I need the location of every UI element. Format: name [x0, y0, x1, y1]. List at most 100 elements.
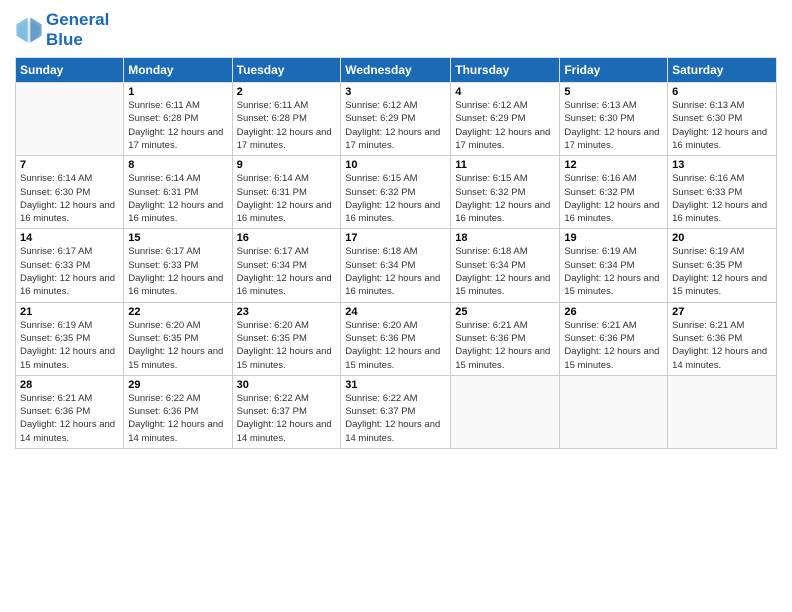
- day-info: Sunrise: 6:16 AMSunset: 6:33 PMDaylight:…: [672, 172, 772, 225]
- day-info: Sunrise: 6:12 AMSunset: 6:29 PMDaylight:…: [345, 99, 446, 152]
- day-number: 31: [345, 379, 446, 391]
- day-cell: 15Sunrise: 6:17 AMSunset: 6:33 PMDayligh…: [124, 229, 232, 302]
- day-number: 3: [345, 86, 446, 98]
- day-cell: 30Sunrise: 6:22 AMSunset: 6:37 PMDayligh…: [232, 375, 341, 448]
- day-cell: 19Sunrise: 6:19 AMSunset: 6:34 PMDayligh…: [560, 229, 668, 302]
- day-info: Sunrise: 6:22 AMSunset: 6:37 PMDaylight:…: [345, 392, 446, 445]
- day-number: 15: [128, 232, 227, 244]
- day-info: Sunrise: 6:12 AMSunset: 6:29 PMDaylight:…: [455, 99, 555, 152]
- day-number: 10: [345, 159, 446, 171]
- day-info: Sunrise: 6:20 AMSunset: 6:36 PMDaylight:…: [345, 319, 446, 372]
- day-info: Sunrise: 6:22 AMSunset: 6:36 PMDaylight:…: [128, 392, 227, 445]
- day-info: Sunrise: 6:14 AMSunset: 6:31 PMDaylight:…: [237, 172, 337, 225]
- week-row-1: 1Sunrise: 6:11 AMSunset: 6:28 PMDaylight…: [16, 83, 777, 156]
- day-number: 17: [345, 232, 446, 244]
- day-number: 14: [20, 232, 119, 244]
- day-number: 8: [128, 159, 227, 171]
- day-cell: 7Sunrise: 6:14 AMSunset: 6:30 PMDaylight…: [16, 156, 124, 229]
- day-info: Sunrise: 6:14 AMSunset: 6:31 PMDaylight:…: [128, 172, 227, 225]
- day-cell: 16Sunrise: 6:17 AMSunset: 6:34 PMDayligh…: [232, 229, 341, 302]
- day-number: 11: [455, 159, 555, 171]
- day-number: 12: [564, 159, 663, 171]
- day-info: Sunrise: 6:19 AMSunset: 6:35 PMDaylight:…: [672, 245, 772, 298]
- day-cell: 25Sunrise: 6:21 AMSunset: 6:36 PMDayligh…: [451, 302, 560, 375]
- day-number: 27: [672, 306, 772, 318]
- day-number: 21: [20, 306, 119, 318]
- day-info: Sunrise: 6:13 AMSunset: 6:30 PMDaylight:…: [564, 99, 663, 152]
- day-info: Sunrise: 6:19 AMSunset: 6:34 PMDaylight:…: [564, 245, 663, 298]
- day-info: Sunrise: 6:15 AMSunset: 6:32 PMDaylight:…: [345, 172, 446, 225]
- week-row-2: 7Sunrise: 6:14 AMSunset: 6:30 PMDaylight…: [16, 156, 777, 229]
- week-row-4: 21Sunrise: 6:19 AMSunset: 6:35 PMDayligh…: [16, 302, 777, 375]
- col-header-tuesday: Tuesday: [232, 58, 341, 83]
- day-cell: [451, 375, 560, 448]
- week-row-5: 28Sunrise: 6:21 AMSunset: 6:36 PMDayligh…: [16, 375, 777, 448]
- col-header-sunday: Sunday: [16, 58, 124, 83]
- day-info: Sunrise: 6:22 AMSunset: 6:37 PMDaylight:…: [237, 392, 337, 445]
- day-info: Sunrise: 6:18 AMSunset: 6:34 PMDaylight:…: [455, 245, 555, 298]
- col-header-saturday: Saturday: [668, 58, 777, 83]
- day-cell: 4Sunrise: 6:12 AMSunset: 6:29 PMDaylight…: [451, 83, 560, 156]
- day-number: 9: [237, 159, 337, 171]
- logo-text: General Blue: [46, 10, 109, 49]
- day-cell: 1Sunrise: 6:11 AMSunset: 6:28 PMDaylight…: [124, 83, 232, 156]
- day-cell: 6Sunrise: 6:13 AMSunset: 6:30 PMDaylight…: [668, 83, 777, 156]
- day-number: 1: [128, 86, 227, 98]
- col-header-wednesday: Wednesday: [341, 58, 451, 83]
- logo: General Blue: [15, 10, 109, 49]
- day-info: Sunrise: 6:21 AMSunset: 6:36 PMDaylight:…: [20, 392, 119, 445]
- day-info: Sunrise: 6:21 AMSunset: 6:36 PMDaylight:…: [564, 319, 663, 372]
- day-number: 28: [20, 379, 119, 391]
- day-cell: 22Sunrise: 6:20 AMSunset: 6:35 PMDayligh…: [124, 302, 232, 375]
- day-info: Sunrise: 6:19 AMSunset: 6:35 PMDaylight:…: [20, 319, 119, 372]
- day-cell: 2Sunrise: 6:11 AMSunset: 6:28 PMDaylight…: [232, 83, 341, 156]
- day-info: Sunrise: 6:18 AMSunset: 6:34 PMDaylight:…: [345, 245, 446, 298]
- day-cell: 23Sunrise: 6:20 AMSunset: 6:35 PMDayligh…: [232, 302, 341, 375]
- day-number: 22: [128, 306, 227, 318]
- day-info: Sunrise: 6:21 AMSunset: 6:36 PMDaylight:…: [672, 319, 772, 372]
- day-number: 5: [564, 86, 663, 98]
- day-info: Sunrise: 6:20 AMSunset: 6:35 PMDaylight:…: [128, 319, 227, 372]
- day-number: 4: [455, 86, 555, 98]
- day-info: Sunrise: 6:11 AMSunset: 6:28 PMDaylight:…: [237, 99, 337, 152]
- day-cell: [16, 83, 124, 156]
- day-info: Sunrise: 6:16 AMSunset: 6:32 PMDaylight:…: [564, 172, 663, 225]
- day-number: 18: [455, 232, 555, 244]
- day-cell: 17Sunrise: 6:18 AMSunset: 6:34 PMDayligh…: [341, 229, 451, 302]
- day-cell: 26Sunrise: 6:21 AMSunset: 6:36 PMDayligh…: [560, 302, 668, 375]
- day-number: 20: [672, 232, 772, 244]
- calendar-table: SundayMondayTuesdayWednesdayThursdayFrid…: [15, 57, 777, 449]
- day-cell: 3Sunrise: 6:12 AMSunset: 6:29 PMDaylight…: [341, 83, 451, 156]
- day-cell: 11Sunrise: 6:15 AMSunset: 6:32 PMDayligh…: [451, 156, 560, 229]
- day-cell: [668, 375, 777, 448]
- day-cell: 31Sunrise: 6:22 AMSunset: 6:37 PMDayligh…: [341, 375, 451, 448]
- day-info: Sunrise: 6:21 AMSunset: 6:36 PMDaylight:…: [455, 319, 555, 372]
- day-info: Sunrise: 6:13 AMSunset: 6:30 PMDaylight:…: [672, 99, 772, 152]
- day-number: 26: [564, 306, 663, 318]
- col-header-friday: Friday: [560, 58, 668, 83]
- col-header-thursday: Thursday: [451, 58, 560, 83]
- day-info: Sunrise: 6:15 AMSunset: 6:32 PMDaylight:…: [455, 172, 555, 225]
- day-cell: 18Sunrise: 6:18 AMSunset: 6:34 PMDayligh…: [451, 229, 560, 302]
- day-cell: 27Sunrise: 6:21 AMSunset: 6:36 PMDayligh…: [668, 302, 777, 375]
- day-info: Sunrise: 6:17 AMSunset: 6:33 PMDaylight:…: [128, 245, 227, 298]
- day-info: Sunrise: 6:14 AMSunset: 6:30 PMDaylight:…: [20, 172, 119, 225]
- day-info: Sunrise: 6:17 AMSunset: 6:33 PMDaylight:…: [20, 245, 119, 298]
- day-cell: 5Sunrise: 6:13 AMSunset: 6:30 PMDaylight…: [560, 83, 668, 156]
- day-number: 2: [237, 86, 337, 98]
- day-number: 7: [20, 159, 119, 171]
- day-cell: 28Sunrise: 6:21 AMSunset: 6:36 PMDayligh…: [16, 375, 124, 448]
- day-cell: 10Sunrise: 6:15 AMSunset: 6:32 PMDayligh…: [341, 156, 451, 229]
- day-number: 13: [672, 159, 772, 171]
- day-number: 16: [237, 232, 337, 244]
- day-info: Sunrise: 6:11 AMSunset: 6:28 PMDaylight:…: [128, 99, 227, 152]
- page-container: General Blue SundayMondayTuesdayWednesda…: [0, 0, 792, 459]
- header-row: SundayMondayTuesdayWednesdayThursdayFrid…: [16, 58, 777, 83]
- day-number: 24: [345, 306, 446, 318]
- logo-icon: [15, 16, 43, 44]
- col-header-monday: Monday: [124, 58, 232, 83]
- day-cell: 24Sunrise: 6:20 AMSunset: 6:36 PMDayligh…: [341, 302, 451, 375]
- day-cell: 13Sunrise: 6:16 AMSunset: 6:33 PMDayligh…: [668, 156, 777, 229]
- day-cell: 20Sunrise: 6:19 AMSunset: 6:35 PMDayligh…: [668, 229, 777, 302]
- day-info: Sunrise: 6:17 AMSunset: 6:34 PMDaylight:…: [237, 245, 337, 298]
